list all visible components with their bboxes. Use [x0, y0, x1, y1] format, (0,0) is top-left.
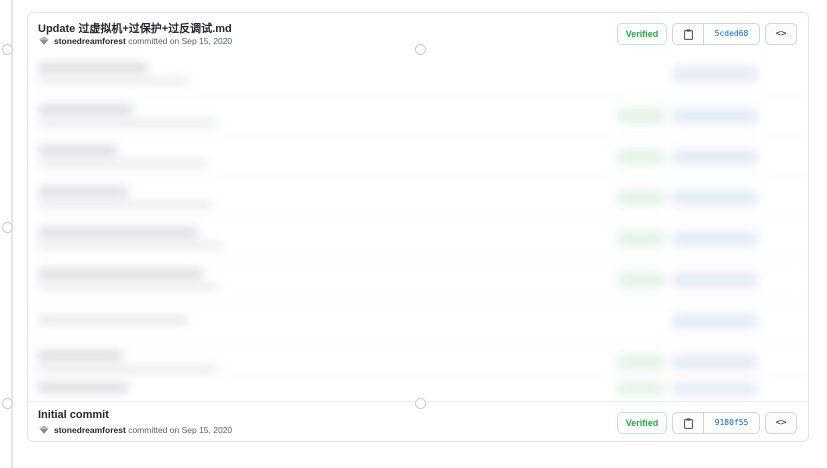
- blurred-line: [38, 64, 148, 71]
- browse-repo-button[interactable]: <>: [765, 412, 797, 434]
- timeline-line: [11, 0, 13, 468]
- commit-date: committed on Sep 15, 2020: [128, 36, 233, 46]
- blurred-line: [38, 270, 203, 277]
- verified-badge[interactable]: Verified: [617, 23, 667, 45]
- sha-button-group: 5cded68: [672, 23, 760, 45]
- commit-sha-link[interactable]: 9180f55: [704, 413, 759, 433]
- resize-handle[interactable]: [415, 398, 426, 409]
- commit-row: [28, 136, 808, 177]
- blurred-line: [38, 284, 218, 289]
- blurred-line: [38, 161, 208, 166]
- blurred-line: [38, 243, 223, 248]
- blurred-line: [38, 202, 213, 207]
- commit-row: [28, 341, 808, 382]
- resize-handle[interactable]: [2, 44, 13, 55]
- copy-sha-button[interactable]: [673, 24, 704, 44]
- commit-row: [28, 54, 808, 94]
- sha-button-group: 9180f55: [672, 412, 760, 434]
- verified-badge[interactable]: Verified: [617, 412, 667, 434]
- blurred-button: [672, 382, 758, 396]
- commit-sha-link[interactable]: 5cded68: [704, 24, 759, 44]
- avatar-icon[interactable]: [38, 36, 50, 46]
- blurred-line: [38, 352, 123, 359]
- blurred-button: [617, 382, 665, 396]
- blurred-button: [617, 108, 665, 124]
- blurred-line: [38, 229, 198, 236]
- blurred-button: [672, 272, 758, 288]
- browse-repo-button[interactable]: <>: [765, 23, 797, 45]
- blurred-button: [672, 231, 758, 247]
- commit-row: [28, 95, 808, 136]
- code-icon: <>: [775, 29, 787, 39]
- blurred-line: [38, 78, 188, 83]
- commit-meta: stonedreamforest committed on Sep 15, 20…: [38, 425, 232, 435]
- commit-author[interactable]: stonedreamforest: [54, 36, 126, 46]
- blurred-button: [617, 149, 665, 165]
- blurred-line: [38, 384, 128, 391]
- blurred-line: [38, 366, 218, 371]
- blurred-button: [672, 354, 758, 370]
- commit-date: committed on Sep 15, 2020: [128, 425, 233, 435]
- blurred-button: [672, 313, 758, 329]
- blurred-button: [617, 272, 665, 288]
- blurred-line: [38, 317, 188, 323]
- commit-row: [28, 259, 808, 300]
- blurred-line: [38, 147, 118, 154]
- commit-row: [28, 300, 808, 341]
- resize-handle[interactable]: [415, 44, 426, 55]
- commit-message[interactable]: Initial commit: [38, 409, 109, 421]
- resize-handle[interactable]: [2, 222, 13, 233]
- commit-row: [28, 218, 808, 259]
- commit-author[interactable]: stonedreamforest: [54, 425, 126, 435]
- blurred-button: [617, 354, 665, 370]
- blurred-line: [38, 188, 128, 195]
- commit-row: [28, 177, 808, 218]
- blurred-button: [617, 231, 665, 247]
- commit-meta: stonedreamforest committed on Sep 15, 20…: [38, 36, 232, 46]
- code-icon: <>: [775, 418, 787, 428]
- avatar-icon[interactable]: [38, 425, 50, 435]
- blurred-button: [672, 190, 758, 206]
- blurred-button: [672, 108, 758, 124]
- clipboard-icon: [683, 417, 693, 429]
- clipboard-icon: [683, 28, 693, 40]
- blurred-button: [672, 149, 758, 165]
- blurred-button: [617, 190, 665, 206]
- commit-list: Update 过虚拟机+过保护+过反调试.md stonedreamforest…: [27, 12, 809, 442]
- blurred-button: [672, 66, 758, 82]
- blurred-line: [38, 120, 218, 125]
- commit-message[interactable]: Update 过虚拟机+过保护+过反调试.md: [38, 20, 232, 36]
- copy-sha-button[interactable]: [673, 413, 704, 433]
- blurred-line: [38, 106, 133, 113]
- resize-handle[interactable]: [2, 398, 13, 409]
